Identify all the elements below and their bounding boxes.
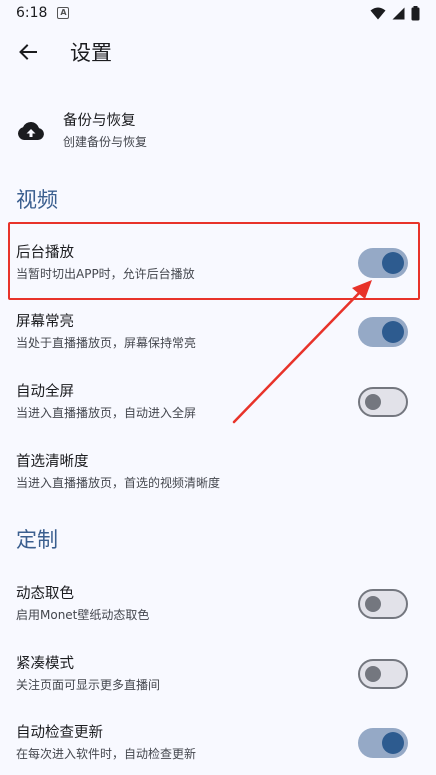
annotation-arrow-icon bbox=[232, 280, 372, 424]
